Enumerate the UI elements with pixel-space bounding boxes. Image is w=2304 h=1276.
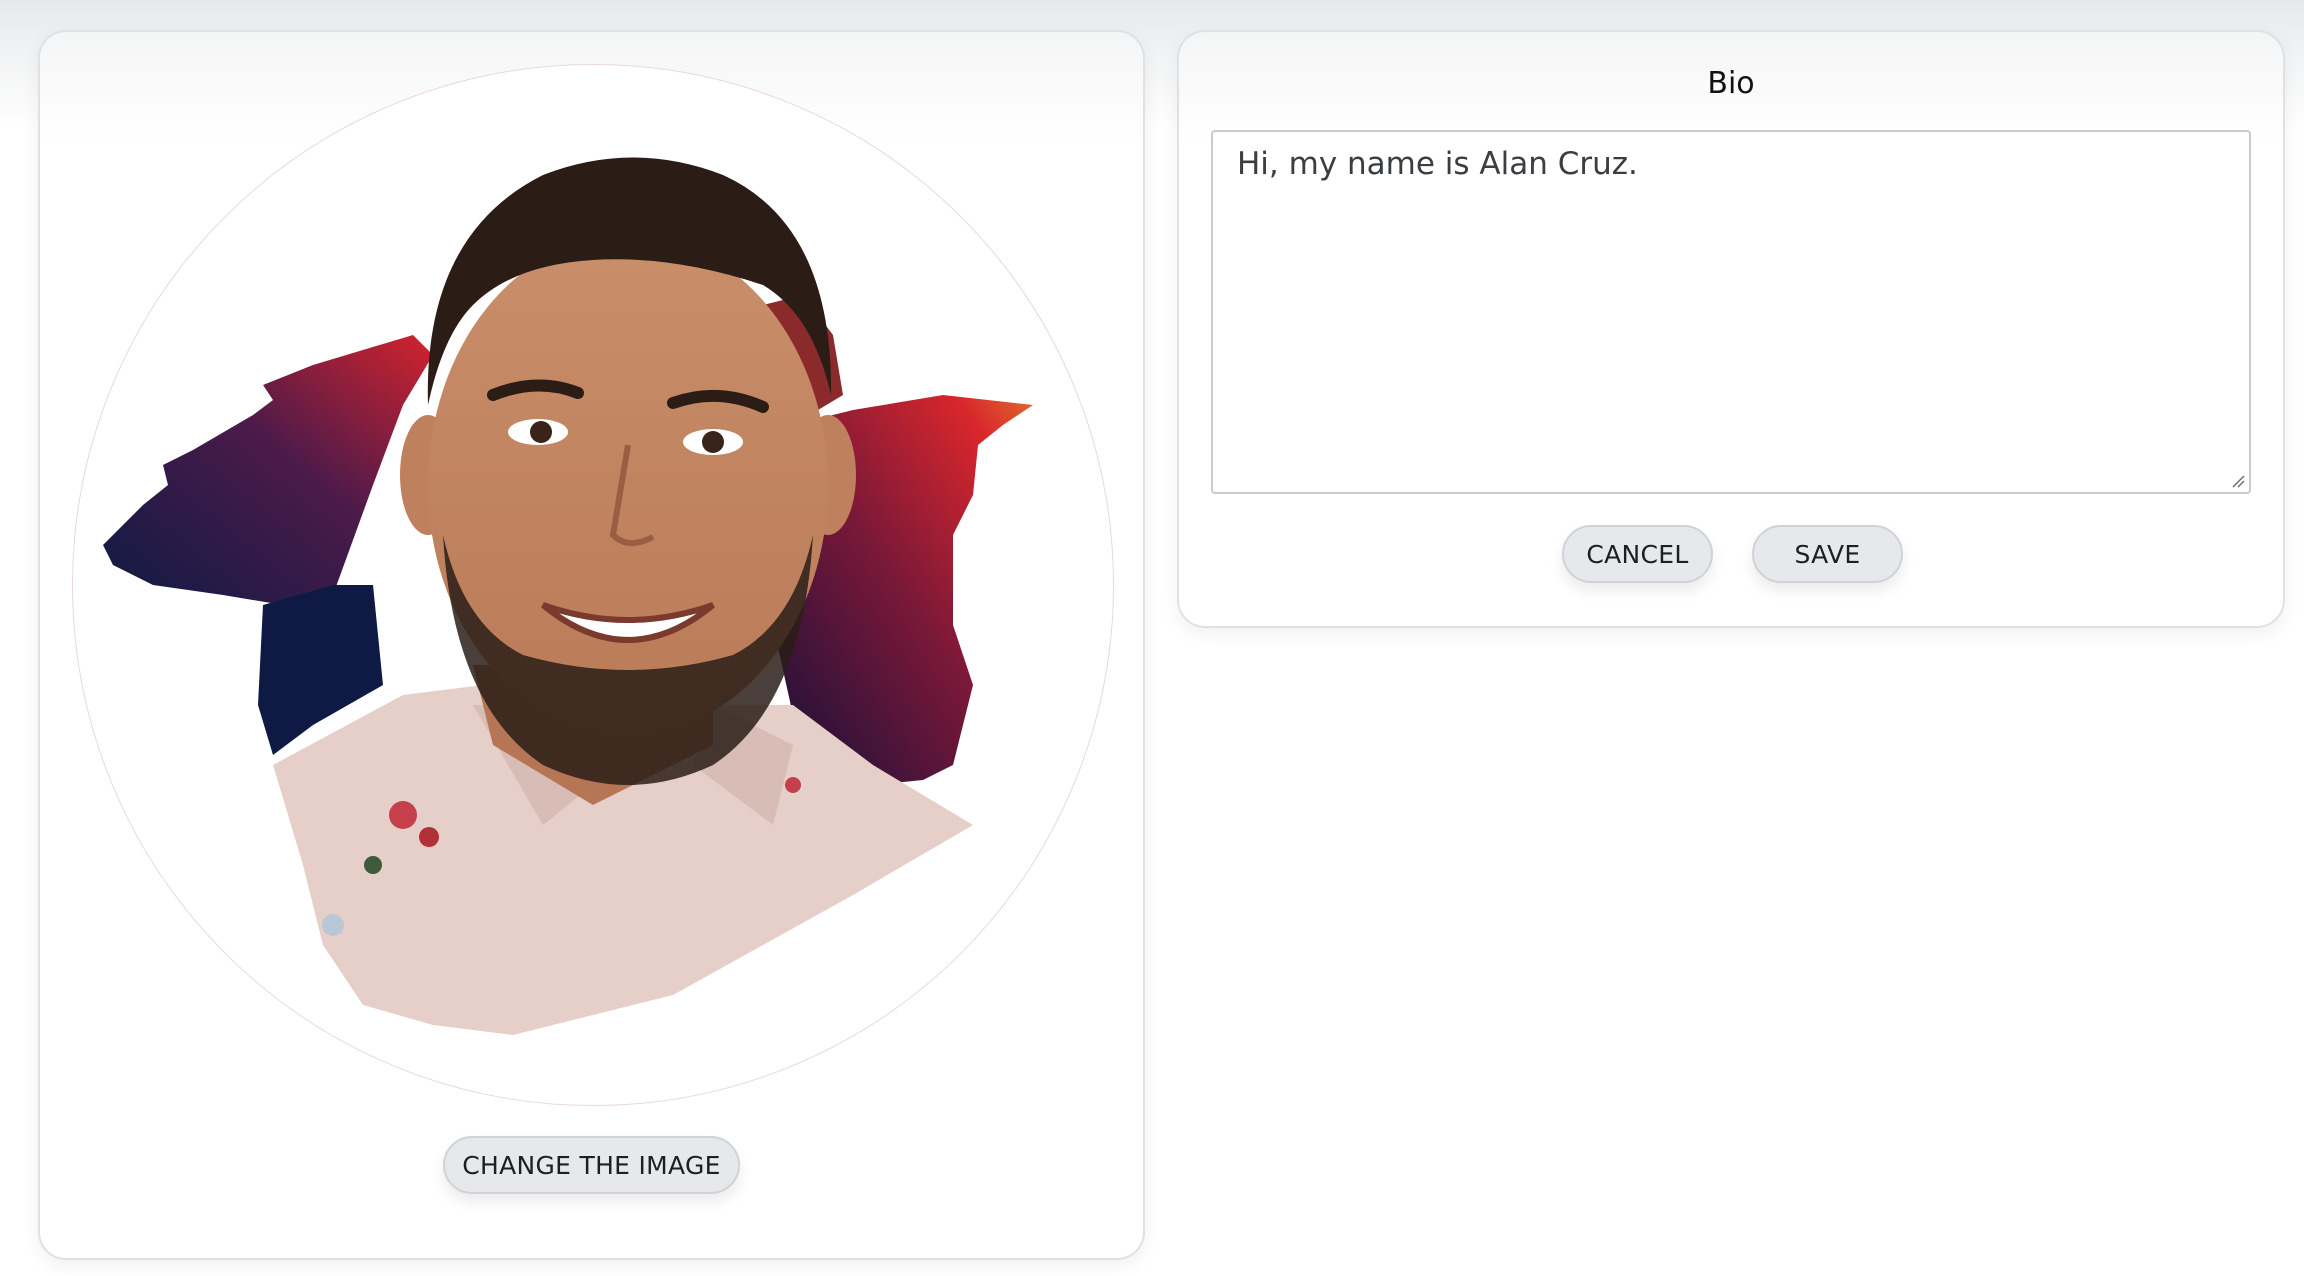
change-image-button[interactable]: CHANGE THE IMAGE — [443, 1136, 740, 1194]
resize-grip-icon[interactable] — [2231, 474, 2245, 488]
avatar-illustration — [103, 157, 1033, 1035]
cancel-button[interactable]: CANCEL — [1562, 525, 1713, 583]
avatar — [72, 64, 1114, 1106]
profile-image-card: CHANGE THE IMAGE — [38, 30, 1145, 1260]
bio-textarea[interactable]: Hi, my name is Alan Cruz. — [1211, 130, 2251, 494]
bio-title: Bio — [1707, 66, 1755, 101]
bio-text[interactable]: Hi, my name is Alan Cruz. — [1237, 146, 1638, 182]
bio-card: Bio Hi, my name is Alan Cruz. CANCEL SAV… — [1177, 30, 2285, 628]
save-button[interactable]: SAVE — [1752, 525, 1903, 583]
